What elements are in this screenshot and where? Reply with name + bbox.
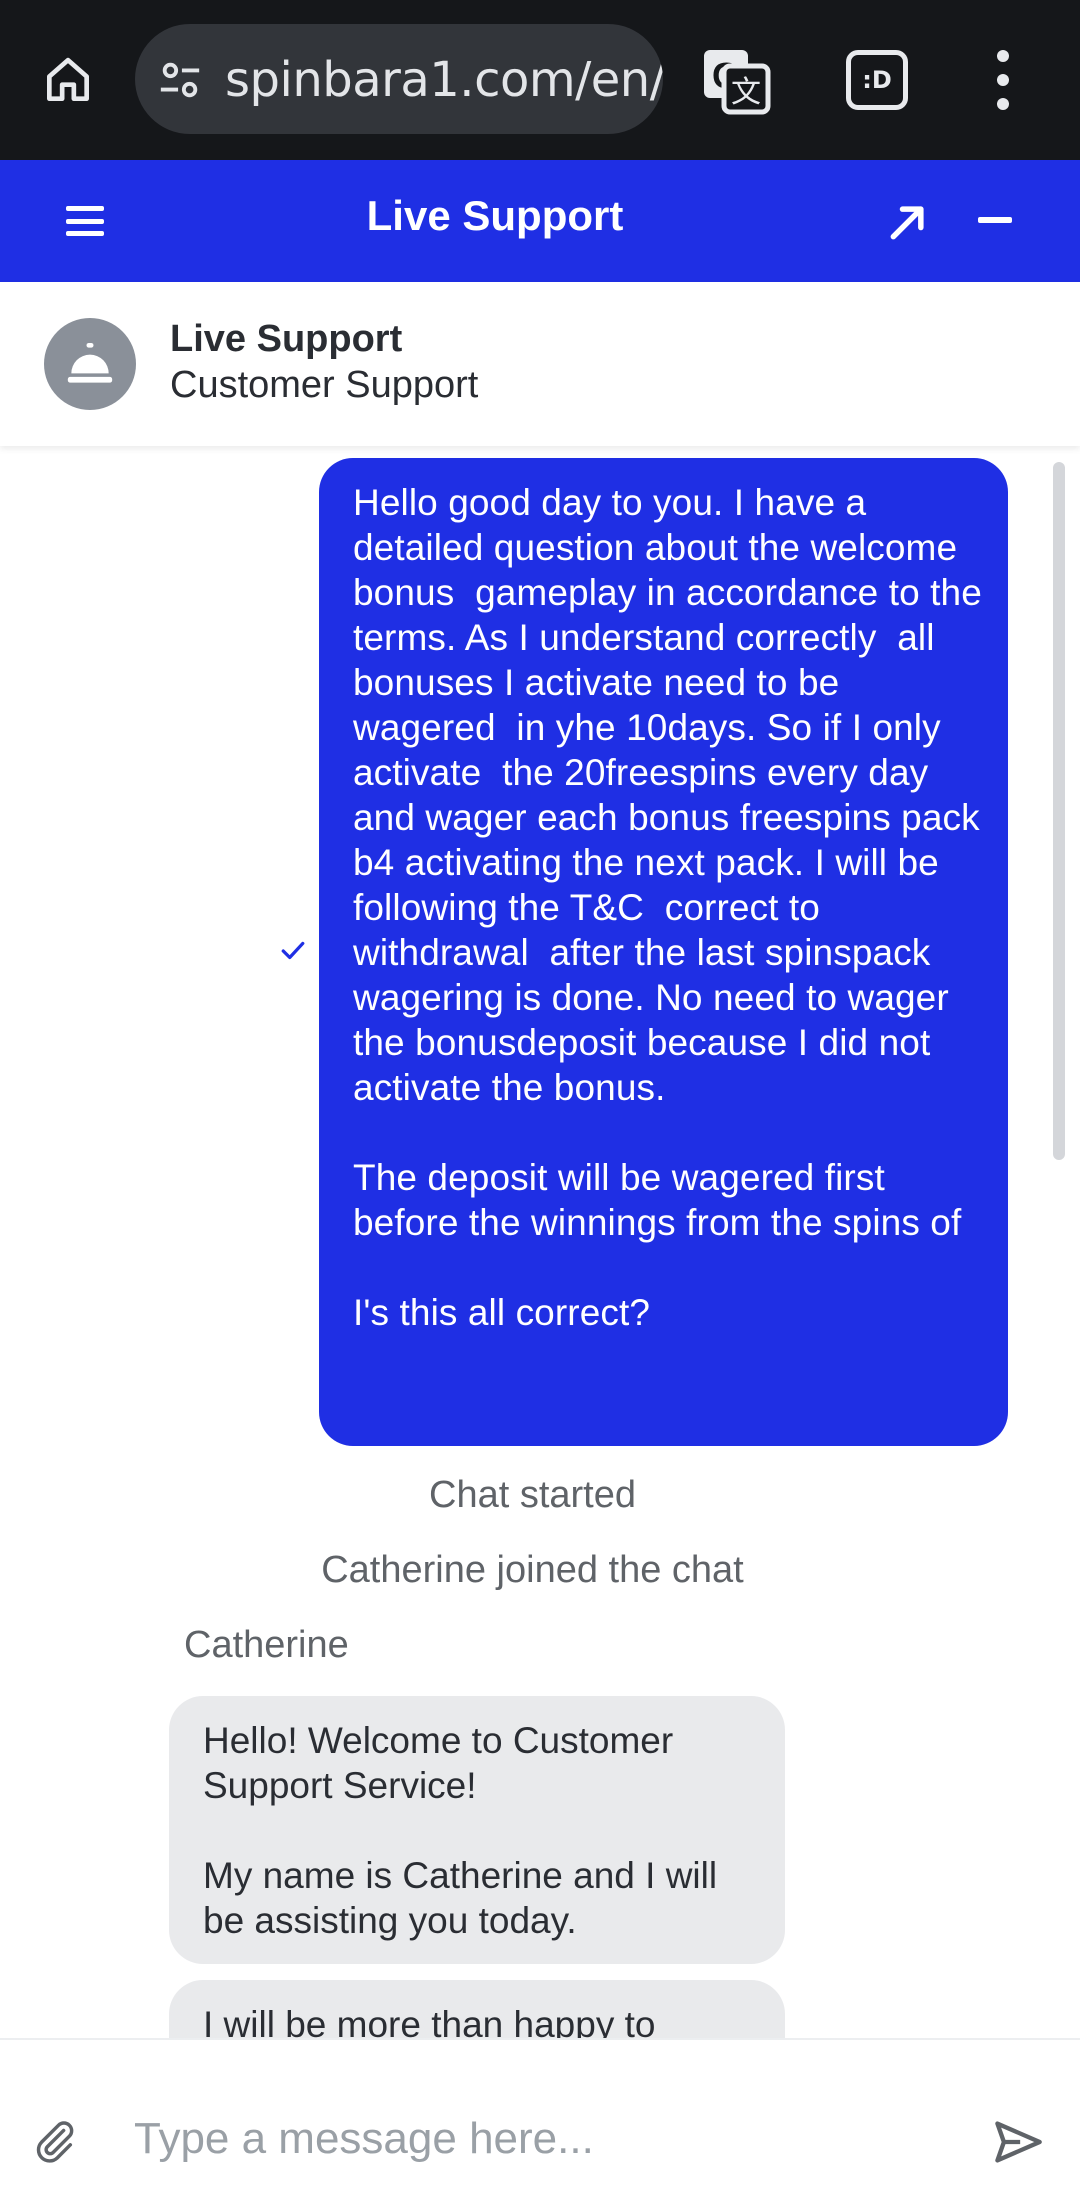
site-info-icon[interactable] [157,57,203,103]
chat-header: Live Support [0,160,1080,282]
svg-text:文: 文 [731,75,761,110]
agent-name: Live Support [170,318,403,360]
url-text: spinbara1.com/en/h [225,52,663,108]
system-message: Catherine joined the chat [321,1549,744,1591]
system-message: Chat started [429,1474,636,1516]
agent-info: Live Support Customer Support [0,282,1080,446]
avatar [44,318,136,410]
popout-icon[interactable] [886,200,930,244]
translate-icon[interactable]: G 文 [700,44,772,116]
check-icon [281,941,305,960]
address-bar[interactable]: spinbara1.com/en/h [135,24,663,134]
home-icon[interactable] [36,44,100,116]
incoming-message: I will be more than happy to [169,1980,785,2038]
tab-switcher-icon[interactable]: :D [846,50,908,110]
send-icon[interactable] [992,2116,1044,2168]
incoming-message: Hello! Welcome to Customer Support Servi… [169,1696,785,1964]
message-list[interactable]: Hello good day to you. I have a detailed… [0,446,1080,2038]
sender-name: Catherine [184,1624,349,1666]
attach-icon[interactable] [32,2118,78,2164]
outgoing-message: Hello good day to you. I have a detailed… [319,458,1008,1446]
agent-role: Customer Support [170,364,479,406]
composer [0,2038,1080,2188]
minimize-icon[interactable] [978,217,1012,223]
chat-title: Live Support [366,192,624,239]
concierge-bell-icon [67,343,113,383]
scrollbar[interactable] [1053,462,1065,1160]
browser-toolbar: spinbara1.com/en/h G 文 :D [0,0,1080,160]
message-input[interactable] [134,2104,954,2174]
more-vert-icon[interactable] [990,50,1016,110]
